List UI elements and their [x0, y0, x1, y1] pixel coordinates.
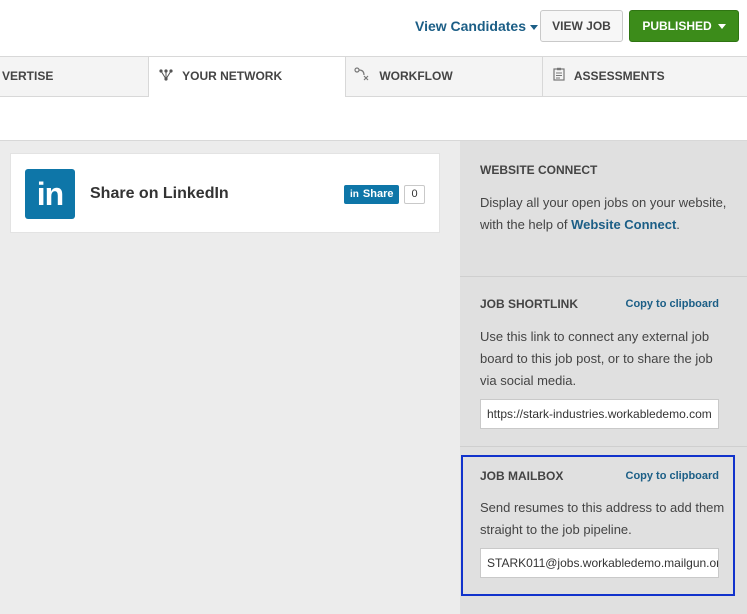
- job-shortlink-text: Use this link to connect any external jo…: [480, 329, 713, 388]
- tab-assessments[interactable]: ASSESSMENTS: [543, 57, 747, 97]
- tab-label: VERTISE: [2, 69, 54, 83]
- website-connect-title: WEBSITE CONNECT: [480, 163, 598, 177]
- website-connect-text-end: .: [676, 217, 680, 232]
- tab-label: WORKFLOW: [379, 69, 453, 83]
- network-icon: [159, 58, 173, 96]
- mailbox-highlight-frame: [461, 455, 735, 596]
- linkedin-share-card: in Share on LinkedIn in Share 0: [10, 153, 440, 233]
- job-shortlink-title: JOB SHORTLINK: [480, 297, 579, 311]
- published-button[interactable]: PUBLISHED: [629, 10, 739, 42]
- linkedin-share-count: 0: [404, 185, 425, 204]
- tab-your-network[interactable]: YOUR NETWORK: [148, 57, 346, 98]
- chevron-down-icon: [717, 24, 726, 30]
- job-shortlink-section: JOB SHORTLINK Copy to clipboard Use this…: [460, 277, 747, 447]
- view-candidates-dropdown[interactable]: View Candidates: [415, 18, 539, 34]
- linkedin-title: Share on LinkedIn: [90, 185, 229, 202]
- workflow-icon: [354, 58, 370, 96]
- linkedin-icon: in: [350, 189, 359, 200]
- view-candidates-label: View Candidates: [415, 18, 527, 34]
- website-connect-text: Display all your open jobs on your websi…: [480, 192, 728, 236]
- job-tabs: VERTISE YOUR NETWORK WORKFLOW ASSESSMENT…: [0, 57, 747, 98]
- linkedin-logo-icon: in: [25, 169, 75, 219]
- tab-advertise[interactable]: VERTISE: [0, 57, 149, 97]
- job-shortlink-input[interactable]: https://stark-industries.workabledemo.co…: [480, 399, 719, 429]
- view-job-button[interactable]: VIEW JOB: [540, 10, 623, 42]
- tab-workflow[interactable]: WORKFLOW: [346, 57, 543, 97]
- clipboard-icon: [553, 58, 565, 96]
- linkedin-share-label: Share: [362, 188, 394, 200]
- website-connect-link[interactable]: Website Connect: [571, 217, 676, 232]
- chevron-down-icon: [530, 24, 539, 30]
- linkedin-share-button[interactable]: in Share: [344, 185, 400, 204]
- tab-label: YOUR NETWORK: [182, 69, 283, 83]
- copy-shortlink-button[interactable]: Copy to clipboard: [626, 298, 720, 310]
- top-bar: View Candidates VIEW JOB PUBLISHED: [0, 0, 747, 57]
- tab-label: ASSESSMENTS: [573, 69, 665, 83]
- published-label: PUBLISHED: [642, 19, 712, 33]
- website-connect-section: WEBSITE CONNECT Display all your open jo…: [460, 141, 747, 277]
- sub-bar: [0, 97, 747, 141]
